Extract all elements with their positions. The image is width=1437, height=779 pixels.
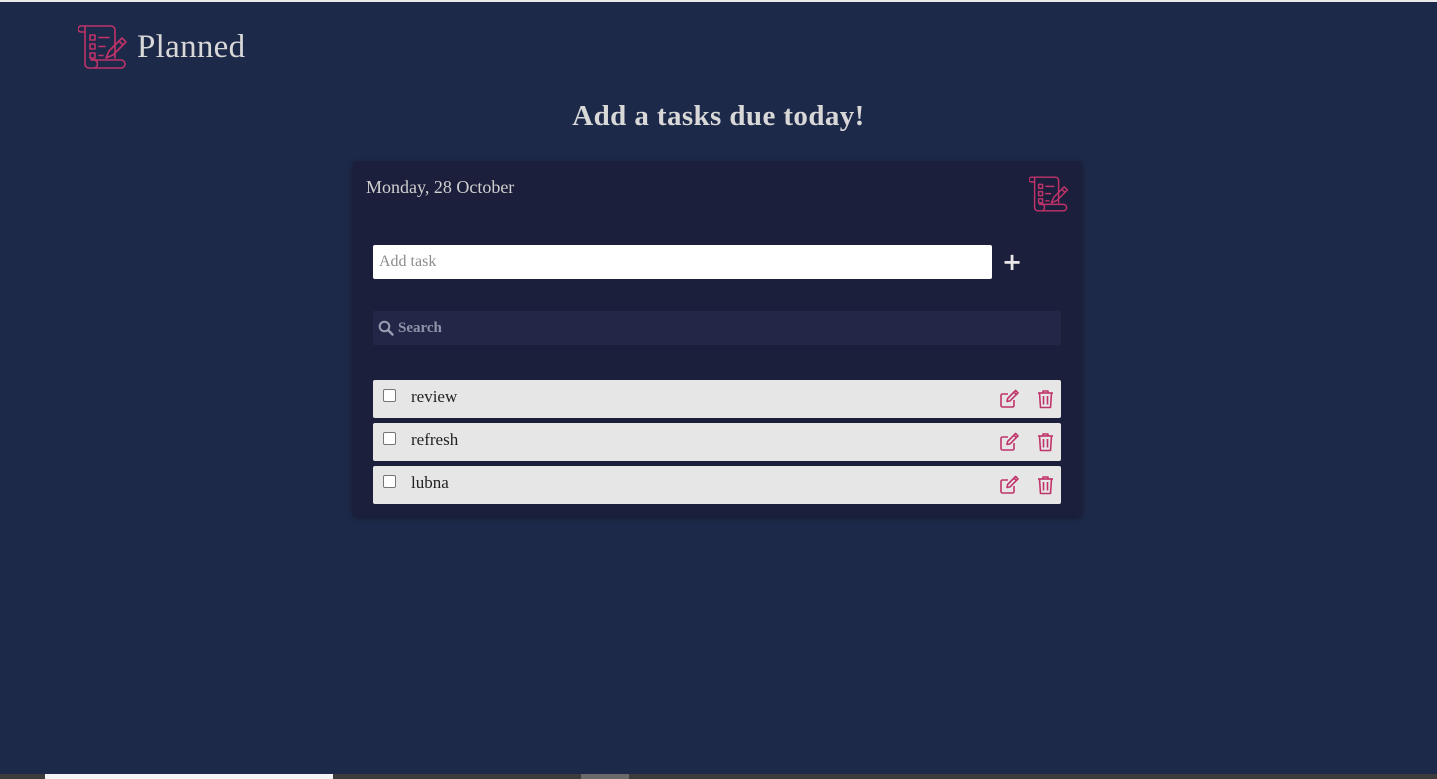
scroll-checklist-icon xyxy=(78,25,127,69)
scrollbar-thumb[interactable] xyxy=(45,774,333,779)
task-row: review xyxy=(373,380,1061,418)
task-row: refresh xyxy=(373,423,1061,461)
edit-icon[interactable] xyxy=(999,432,1019,452)
trash-icon[interactable] xyxy=(1037,432,1054,452)
search-input[interactable] xyxy=(398,319,1038,337)
task-checkbox[interactable] xyxy=(383,432,396,445)
trash-icon[interactable] xyxy=(1037,475,1054,495)
add-task-input[interactable] xyxy=(373,245,992,279)
task-checkbox[interactable] xyxy=(383,475,396,488)
task-list: review refresh lubna xyxy=(373,380,1061,509)
current-date: Monday, 28 October xyxy=(366,177,515,197)
search-field[interactable] xyxy=(373,311,1061,345)
scroll-checklist-icon xyxy=(1029,176,1069,212)
edit-icon[interactable] xyxy=(999,389,1019,409)
horizontal-scrollbar[interactable] xyxy=(0,774,1437,779)
task-checkbox[interactable] xyxy=(383,389,396,402)
task-label: review xyxy=(411,387,458,406)
task-label: lubna xyxy=(411,473,449,492)
scrollbar-thumb[interactable] xyxy=(581,774,629,779)
trash-icon[interactable] xyxy=(1037,389,1054,409)
task-label: refresh xyxy=(411,430,459,449)
search-icon xyxy=(378,320,394,336)
brand[interactable]: Planned xyxy=(78,22,245,72)
task-card: Monday, 28 October + review xyxy=(353,161,1082,516)
page-heading: Add a tasks due today! xyxy=(572,100,865,132)
window-top-edge xyxy=(0,0,1437,2)
add-task-button[interactable]: + xyxy=(1001,245,1023,279)
app-title: Planned xyxy=(137,28,246,65)
task-row: lubna xyxy=(373,466,1061,504)
edit-icon[interactable] xyxy=(999,475,1019,495)
